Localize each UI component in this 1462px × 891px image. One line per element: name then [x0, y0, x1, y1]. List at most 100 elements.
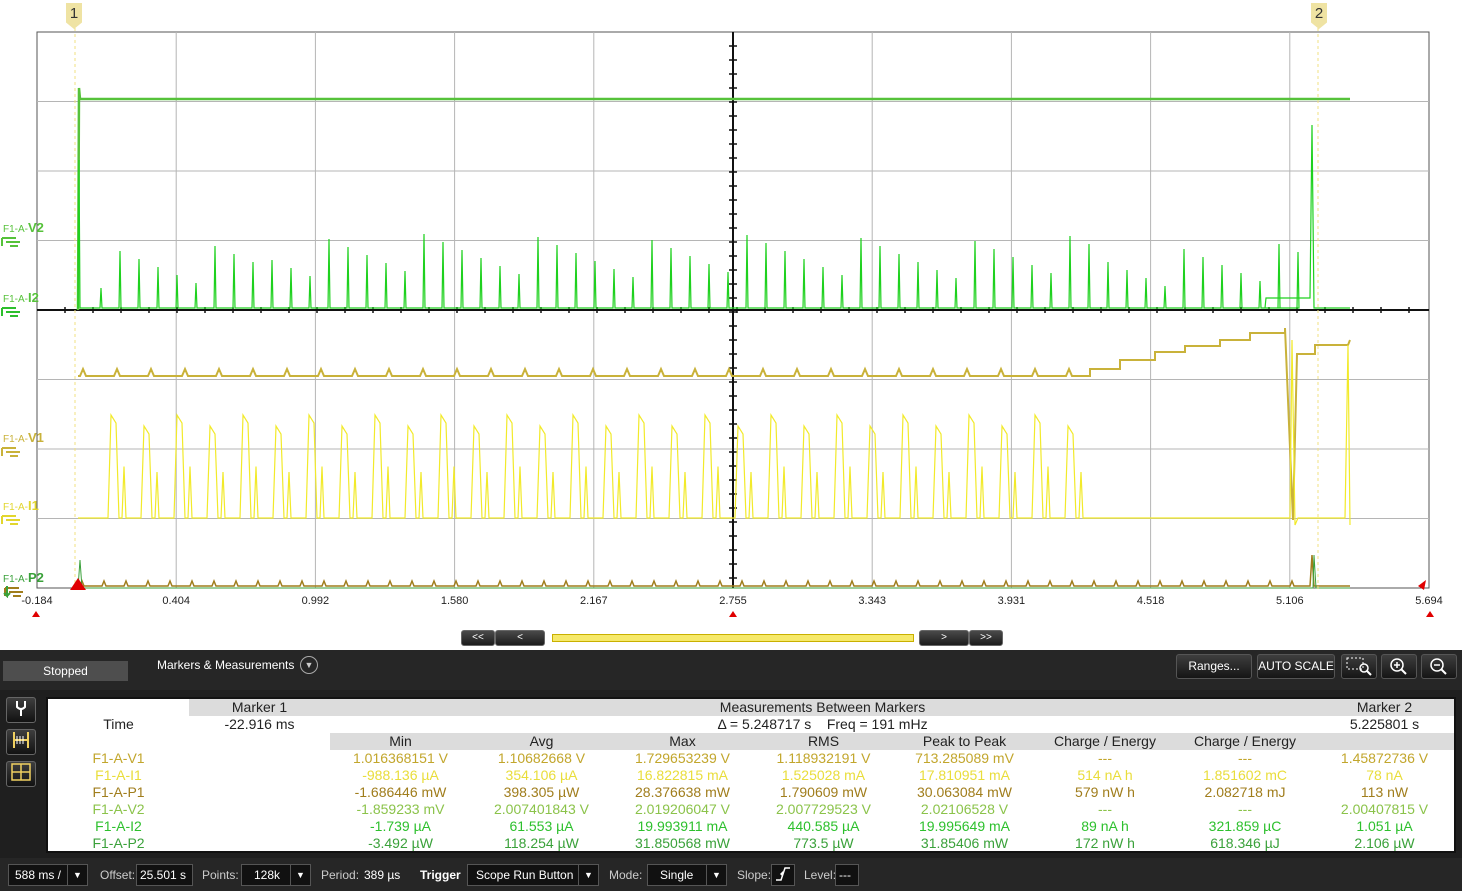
- measurement-cell: 321.859 µC: [1208, 818, 1282, 834]
- measurement-cell: -1.686446 mW: [354, 784, 447, 800]
- zoom-box-icon[interactable]: [1341, 654, 1377, 679]
- channel-name: F1-A-I2: [95, 818, 142, 834]
- channel-label-v1: F1-A-V1: [3, 430, 44, 445]
- scope-plot-area[interactable]: 1 2 F1-A-V2 F1-A-I2 F1-A-V1 F1-A-I1 F1-A…: [0, 0, 1462, 650]
- measurement-cell: -1.739 µA: [370, 818, 431, 834]
- i2-ground-icon[interactable]: [0, 306, 22, 318]
- level-input[interactable]: ---: [835, 864, 859, 886]
- measurement-cell: 31.850568 mW: [635, 835, 730, 851]
- measurement-cell: 618.346 µJ: [1210, 835, 1280, 851]
- x-tick-label: 4.518: [1136, 595, 1165, 607]
- mode-select[interactable]: Single ▼: [647, 864, 727, 886]
- channel-name: F1-A-I1: [95, 767, 142, 783]
- timeline-slider[interactable]: [552, 634, 914, 642]
- markers-icon[interactable]: [6, 729, 36, 755]
- measurement-cell: 2.007729523 V: [776, 801, 871, 817]
- channel-name: F1-A-V2: [92, 801, 145, 817]
- x-tick-label: 2.167: [580, 595, 608, 607]
- marker1-value: [189, 767, 330, 784]
- panel-toolbar: Stopped Markers & Measurements ▼ Ranges.…: [0, 650, 1462, 690]
- measurement-row: F1-A-P1 -1.686446 mW 398.305 µW 28.376638 m…: [48, 784, 1454, 801]
- measurement-row: F1-A-I2 -1.739 µA 61.553 µA 19.993911 mA 440…: [48, 818, 1454, 835]
- measurement-cell: 579 nW h: [1075, 784, 1135, 800]
- chevron-down-icon[interactable]: ▼: [300, 656, 318, 674]
- channel-label-i2: F1-A-I2: [3, 290, 39, 305]
- measurement-cell: 1.118932191 V: [776, 750, 871, 766]
- nav-first-button[interactable]: <<: [461, 630, 495, 646]
- delta-readout: Δ = 5.248717 s Freq = 191 mHz: [717, 716, 928, 732]
- measurement-cell: 773.5 µW: [793, 835, 854, 851]
- i1-ground-icon[interactable]: [0, 514, 22, 526]
- col-avg: Avg: [471, 733, 612, 750]
- x-tick-label: 0.404: [162, 595, 190, 607]
- measurement-cell: 514 nA h: [1077, 767, 1133, 783]
- x-tick-label: 2.755: [719, 595, 747, 607]
- timebase-select[interactable]: 588 ms / ▼: [8, 864, 88, 886]
- measurements-table: Marker 1 Measurements Between Markers Ma…: [46, 697, 1456, 853]
- trigger-source-select[interactable]: Scope Run Button ▼: [467, 864, 599, 886]
- v1-ground-icon[interactable]: [0, 446, 22, 458]
- measurement-cell: ---: [1098, 801, 1112, 817]
- measurement-cell: 1.525028 mA: [781, 767, 866, 783]
- level-label: Level:: [804, 868, 837, 882]
- measurement-cell: -1.859233 mV: [356, 801, 445, 817]
- measurement-cell: 398.305 µW: [503, 784, 580, 800]
- marker2-header: Marker 2: [1315, 699, 1455, 716]
- nav-prev-button[interactable]: <: [495, 630, 545, 646]
- x-tick-label: 1.580: [440, 595, 469, 607]
- mode-label: Mode:: [609, 868, 643, 882]
- measurement-cell: 19.993911 mA: [637, 818, 728, 834]
- chevron-down-icon: ▼: [706, 865, 726, 885]
- chevron-down-icon: ▼: [290, 865, 310, 885]
- marker2-value: 113 nW: [1360, 784, 1409, 800]
- x-tick-label: -0.184: [21, 595, 53, 607]
- marker2-value: 78 nA: [1366, 767, 1403, 783]
- measurement-row: F1-A-P2 -3.492 µW 118.254 µW 31.850568 mW 77…: [48, 835, 1454, 852]
- measurement-cell: 17.810951 mA: [918, 767, 1011, 783]
- slope-label: Slope:: [737, 868, 772, 882]
- autoscale-button[interactable]: AUTO SCALE: [1257, 654, 1335, 679]
- measurement-cell: 172 nW h: [1075, 835, 1135, 851]
- status-indicator: Stopped: [3, 661, 128, 681]
- waveform-plot[interactable]: [0, 0, 1462, 650]
- probe-icon[interactable]: [6, 697, 36, 723]
- trigger-label: Trigger: [420, 868, 461, 882]
- measurement-cell: 713.285089 mV: [915, 750, 1014, 766]
- scroll-arrow-icon[interactable]: [32, 611, 40, 617]
- scroll-arrow-icon[interactable]: [729, 611, 737, 617]
- channel-label-i1: F1-A-I1: [3, 498, 39, 513]
- panel-title[interactable]: Markers & Measurements: [157, 658, 294, 672]
- measurement-cell: -3.492 µW: [368, 835, 433, 851]
- measurement-cell: 28.376638 mW: [635, 784, 730, 800]
- side-tools: [6, 697, 40, 793]
- nav-last-button[interactable]: >>: [969, 630, 1003, 646]
- measurement-cell: 89 nA h: [1081, 818, 1129, 834]
- v2-ground-icon[interactable]: [0, 236, 22, 248]
- ranges-button[interactable]: Ranges...: [1176, 654, 1252, 679]
- measurement-row: F1-A-V2 -1.859233 mV 2.007401843 V 2.019206…: [48, 801, 1454, 818]
- offset-input[interactable]: 25.501 s: [136, 864, 193, 886]
- measurement-cell: -988.136 µA: [362, 767, 439, 783]
- measurement-cell: 354.106 µA: [505, 767, 578, 783]
- slope-rising-icon[interactable]: [771, 864, 795, 886]
- measurement-cell: 1.016368151 V: [353, 750, 448, 766]
- measurement-row: F1-A-V1 1.016368151 V 1.10682668 V 1.729653…: [48, 750, 1454, 767]
- measurement-cell: 30.063084 mW: [917, 784, 1012, 800]
- points-select[interactable]: 128k ▼: [241, 864, 311, 886]
- grid-icon[interactable]: [6, 761, 36, 787]
- measurement-cell: 440.585 µA: [787, 818, 860, 834]
- offset-label: Offset:: [100, 868, 136, 882]
- measurement-cell: 2.02106528 V: [920, 801, 1009, 817]
- channel-name: F1-A-P1: [92, 784, 145, 800]
- nav-next-button[interactable]: >: [919, 630, 969, 646]
- zoom-in-icon[interactable]: [1381, 654, 1417, 679]
- marker1-value: [189, 835, 330, 852]
- col-charge-energy: Charge / Energy: [1035, 733, 1175, 750]
- marker1-time: -22.916 ms: [224, 716, 295, 732]
- channel-label-v2: F1-A-V2: [3, 220, 44, 235]
- measurement-cell: ---: [1238, 801, 1252, 817]
- measurement-cell: 2.019206047 V: [635, 801, 730, 817]
- scroll-arrow-icon[interactable]: [1426, 611, 1434, 617]
- period-label: Period:: [321, 868, 360, 882]
- zoom-out-icon[interactable]: [1421, 654, 1457, 679]
